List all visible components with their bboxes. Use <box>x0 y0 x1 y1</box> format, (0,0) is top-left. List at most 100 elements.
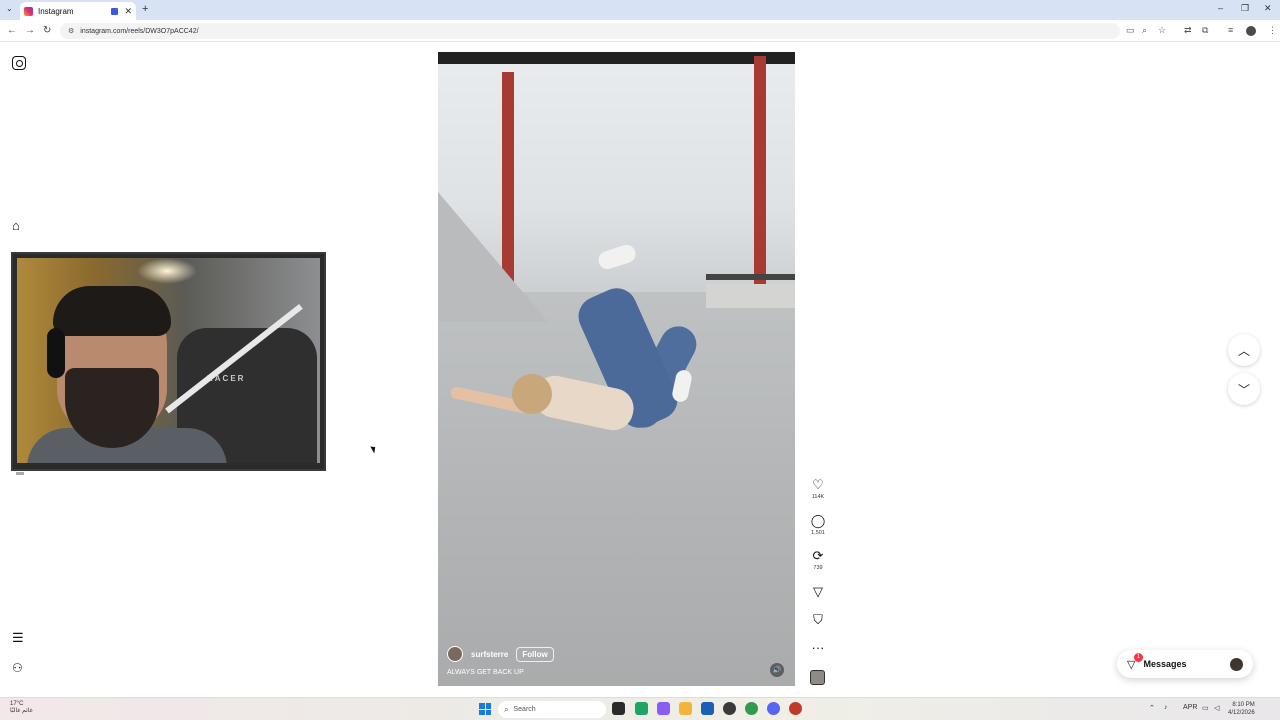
repost-icon[interactable]: ⟳ <box>808 549 828 563</box>
file-explorer-icon[interactable] <box>679 702 692 715</box>
heart-icon[interactable]: ♡ <box>808 478 828 492</box>
site-info-icon[interactable]: ⚙ <box>68 27 74 35</box>
clock-time: 8:10 PM <box>1232 702 1255 708</box>
like-count: 114K <box>811 494 825 500</box>
browser-tab-bar: ⌄ Instagram ✕ + – ❐ ✕ <box>0 0 1280 20</box>
reload-button[interactable]: ↻ <box>43 25 51 36</box>
weather-desc: غائم غالبًا <box>10 708 33 714</box>
profile-avatar[interactable] <box>1246 26 1256 36</box>
url-field[interactable]: ⚙ instagram.com/reels/DW3O7pACC42/ <box>60 23 1120 39</box>
video-dancer-hair <box>512 374 552 414</box>
repost-action[interactable]: ⟳ 739 <box>808 549 828 572</box>
author-username[interactable]: surfsterre <box>471 650 508 659</box>
app-icon[interactable] <box>657 702 670 715</box>
like-action[interactable]: ♡ 114K <box>808 478 828 501</box>
back-button[interactable]: ← <box>7 25 17 36</box>
reel-author: surfsterre Follow <box>447 646 554 662</box>
previous-reel-button[interactable]: ︿ <box>1228 334 1260 366</box>
video-rail <box>706 274 795 280</box>
volume-icon[interactable]: ◁ <box>1214 704 1219 712</box>
url-text: instagram.com/reels/DW3O7pACC42/ <box>80 27 199 35</box>
mouse-cursor <box>370 444 378 454</box>
minimize-button[interactable]: – <box>1218 3 1223 13</box>
share-action[interactable]: ▽ <box>808 585 828 599</box>
browser-menu-icon[interactable]: ⋮ <box>1268 25 1277 36</box>
messenger-icon: ▽ 1 <box>1127 652 1143 671</box>
tab-media-icon[interactable] <box>111 7 119 15</box>
microphone-icon[interactable]: ♪ <box>1164 704 1168 711</box>
video-pillar <box>754 56 766 296</box>
system-clock[interactable]: 8:10 PM 4/12/2026 <box>1228 701 1255 717</box>
home-icon[interactable]: ⌂ <box>12 219 20 232</box>
more-options-icon[interactable]: ··· <box>808 641 828 655</box>
search-placeholder: Search <box>513 706 536 713</box>
headphones <box>47 328 65 378</box>
next-reel-button[interactable]: ﹀ <box>1228 373 1260 405</box>
language-indicator[interactable]: APR <box>1183 704 1197 711</box>
sidebar-toggle-icon[interactable]: ≡ <box>1228 25 1233 35</box>
forward-button[interactable]: → <box>25 25 35 36</box>
app-icon[interactable] <box>723 702 736 715</box>
restore-button[interactable]: ❐ <box>1241 3 1249 14</box>
extensions-icon[interactable]: ⧉ <box>1202 25 1208 36</box>
address-bar-row: ← → ↻ ⚙ instagram.com/reels/DW3O7pACC42/… <box>0 20 1280 42</box>
messages-label: Messages <box>1143 659 1187 669</box>
video-pillar <box>502 72 514 302</box>
webcam-feed: RACER <box>17 258 320 463</box>
webcam-tag <box>16 472 24 475</box>
reel-video[interactable] <box>438 52 795 686</box>
webcam-overlay: RACER <box>11 252 326 471</box>
tab-close-icon[interactable]: ✕ <box>124 6 132 17</box>
chevron-down-icon: ﹀ <box>1237 382 1250 397</box>
clock-date: 4/12/2026 <box>1228 710 1255 716</box>
ceiling-light <box>137 258 197 284</box>
repost-count: 739 <box>813 565 823 571</box>
author-avatar[interactable] <box>447 646 463 662</box>
discord-icon[interactable] <box>767 702 780 715</box>
task-view-icon[interactable] <box>612 702 625 715</box>
instagram-logo-icon[interactable] <box>12 56 26 70</box>
unread-badge: 1 <box>1134 652 1143 662</box>
translate-icon[interactable]: ⇄ <box>1184 25 1192 36</box>
network-icon[interactable]: ▭ <box>1202 704 1209 712</box>
comment-count: 1,501 <box>811 530 825 536</box>
app-icon[interactable] <box>789 702 802 715</box>
instagram-favicon-icon <box>24 6 33 16</box>
follow-button[interactable]: Follow <box>516 646 554 662</box>
zoom-icon[interactable]: ⌕ <box>1142 25 1147 36</box>
comment-action[interactable]: ◯ 1,501 <box>808 514 828 537</box>
search-icon: ⌕ <box>504 704 509 714</box>
weather-widget[interactable]: 17°C غائم غالبًا <box>10 701 33 715</box>
menu-icon[interactable]: ☰ <box>12 631 24 644</box>
streamer-hair <box>53 286 171 336</box>
new-tab-button[interactable]: + <box>142 3 148 15</box>
share-icon[interactable]: ▽ <box>808 585 828 599</box>
taskbar-search[interactable]: ⌕ Search <box>498 701 606 718</box>
apps-icon[interactable]: ⚇ <box>12 662 23 674</box>
mute-button[interactable]: 🔊 <box>770 663 784 677</box>
close-window-button[interactable]: ✕ <box>1264 3 1272 14</box>
windows-taskbar: 17°C غائم غالبًا ⌕ Search ⌃ ♪ APR ▭ ◁ 8:… <box>0 697 1280 720</box>
tab-search-icon[interactable]: ⌄ <box>6 4 13 13</box>
audio-thumbnail[interactable] <box>810 670 825 685</box>
more-action[interactable]: ··· <box>808 641 828 655</box>
video-roof <box>438 52 795 64</box>
reel-caption[interactable]: ALWAYS GET BACK UP <box>447 669 524 676</box>
bookmark-star-icon[interactable]: ☆ <box>1158 25 1166 36</box>
chevron-up-icon: ︿ <box>1237 343 1250 358</box>
cast-icon[interactable]: ▭ <box>1126 25 1135 36</box>
messages-button[interactable]: ▽ 1 Messages <box>1117 650 1253 678</box>
message-contact-avatar <box>1230 657 1243 671</box>
app-icon[interactable] <box>635 702 648 715</box>
store-icon[interactable] <box>701 702 714 715</box>
weather-temp: 17°C <box>10 701 24 707</box>
save-action[interactable]: ⛉ <box>808 613 828 627</box>
browser-tab-instagram[interactable]: Instagram ✕ <box>20 2 136 20</box>
video-ledge <box>706 284 795 308</box>
chrome-icon[interactable] <box>745 702 758 715</box>
windows-start-icon[interactable] <box>479 703 491 715</box>
bookmark-icon[interactable]: ⛉ <box>808 613 828 627</box>
tray-overflow-icon[interactable]: ⌃ <box>1149 704 1155 712</box>
tab-title: Instagram <box>38 6 74 16</box>
comment-icon[interactable]: ◯ <box>808 514 828 528</box>
